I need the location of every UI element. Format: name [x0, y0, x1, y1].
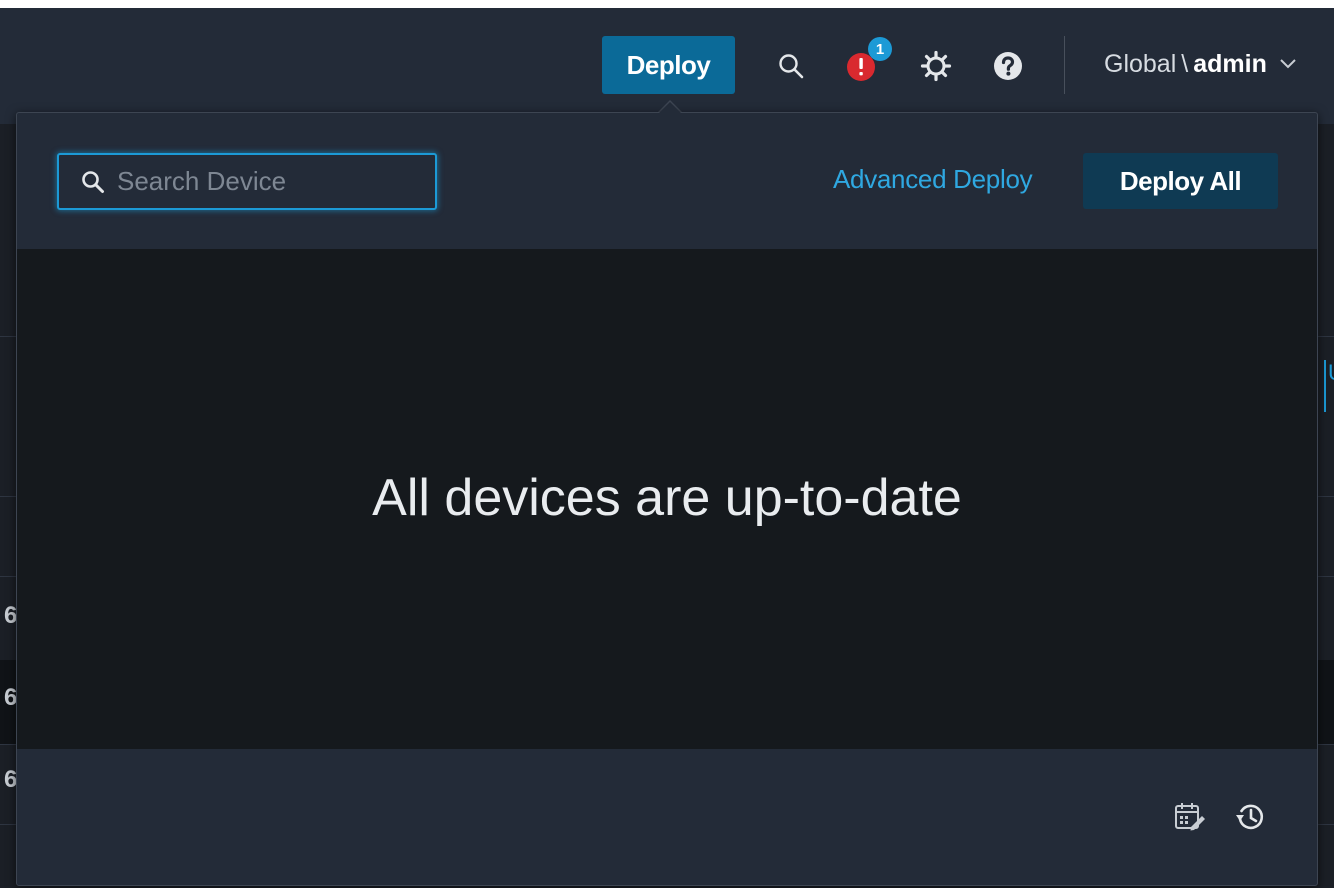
search-icon[interactable]	[771, 46, 811, 86]
search-device-input[interactable]	[117, 166, 417, 197]
chevron-down-icon	[1279, 58, 1297, 70]
search-icon	[73, 162, 113, 202]
deploy-popover: Advanced Deploy Deploy All All devices a…	[16, 112, 1318, 886]
user-domain-menu[interactable]: Global \ admin	[1104, 46, 1297, 82]
domain-label: Global	[1104, 49, 1177, 78]
popover-caret-fill	[658, 102, 682, 114]
deploy-button[interactable]: Deploy	[602, 36, 735, 94]
domain-separator: \	[1181, 49, 1189, 78]
search-device-field[interactable]	[57, 153, 437, 210]
help-icon[interactable]	[988, 46, 1028, 86]
notification-count-badge: 1	[868, 37, 892, 61]
device-list-area: All devices are up-to-date	[17, 249, 1317, 749]
history-icon[interactable]	[1231, 799, 1269, 835]
advanced-deploy-link[interactable]: Advanced Deploy	[833, 159, 1033, 199]
app-root: 6 6 6 U Deploy 1	[0, 0, 1334, 888]
username-label: admin	[1193, 49, 1267, 78]
deploy-all-button[interactable]: Deploy All	[1083, 153, 1278, 209]
empty-state-message: All devices are up-to-date	[372, 469, 962, 527]
background-tab-fragment: U	[1324, 360, 1334, 412]
header-divider	[1064, 36, 1065, 94]
gear-icon[interactable]	[916, 46, 956, 86]
schedule-edit-icon[interactable]	[1171, 799, 1209, 835]
window-top-edge	[0, 0, 1334, 8]
